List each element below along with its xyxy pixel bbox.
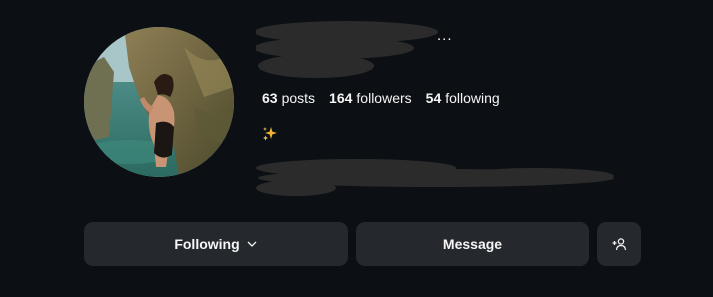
- sparkles-icon: [263, 127, 277, 141]
- bio-redaction: [256, 159, 614, 196]
- more-options-icon[interactable]: ...: [437, 27, 453, 44]
- username-redaction: [256, 21, 438, 78]
- following-stat[interactable]: 54 following: [426, 90, 500, 106]
- following-count: 54: [425, 90, 442, 106]
- posts-label: posts: [281, 90, 316, 106]
- message-button[interactable]: Message: [356, 222, 589, 266]
- posts-count: 63: [262, 90, 278, 106]
- following-button[interactable]: Following: [84, 222, 348, 266]
- followers-label: followers: [356, 90, 412, 106]
- profile-photo: [84, 27, 234, 177]
- profile-stats: 63 posts 164 followers 54 following: [262, 90, 500, 106]
- profile-header: ... 63 posts 164 followers 54 following Fol…: [0, 0, 713, 297]
- following-label: following: [445, 90, 500, 106]
- following-button-label: Following: [174, 236, 240, 252]
- chevron-down-icon: [246, 238, 258, 250]
- followers-count: 164: [329, 90, 353, 106]
- avatar[interactable]: [84, 27, 234, 177]
- add-person-icon: [612, 238, 627, 251]
- message-button-label: Message: [442, 236, 503, 252]
- suggested-users-button[interactable]: [597, 222, 641, 266]
- posts-stat[interactable]: 63 posts: [262, 90, 315, 106]
- followers-stat[interactable]: 164 followers: [329, 90, 412, 106]
